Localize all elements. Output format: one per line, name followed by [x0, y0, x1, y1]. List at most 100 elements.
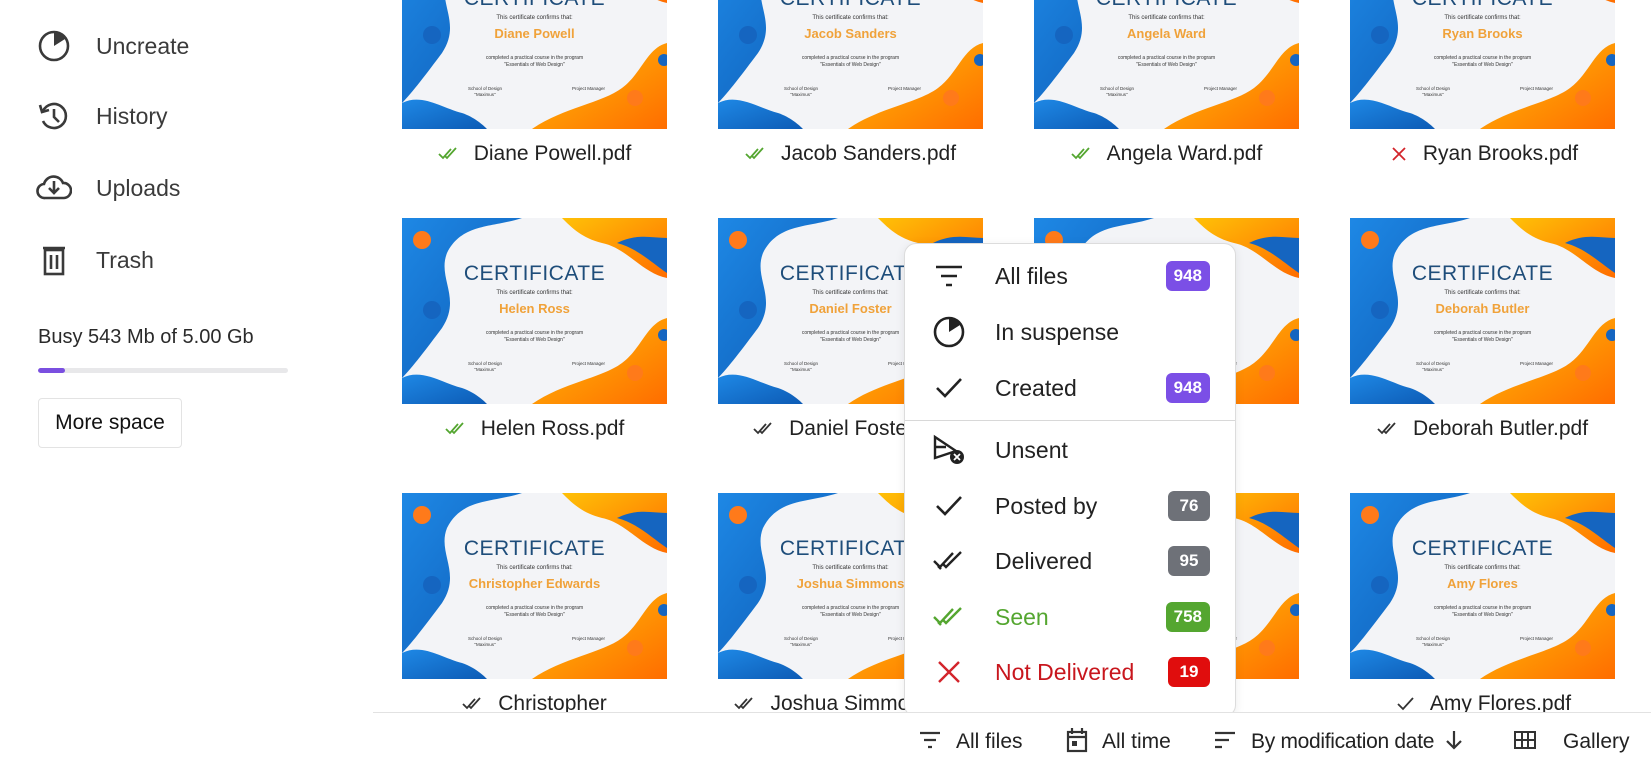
certificate-thumbnail[interactable]: CERTIFICATE This certificate confirms tha…	[1350, 218, 1615, 404]
sort-label: By modification date	[1251, 730, 1435, 753]
sidebar: Uncreate History Uploads Trash Busy 543 …	[0, 0, 360, 771]
sidebar-item-uploads[interactable]: Uploads	[36, 168, 180, 208]
certificate-description: completed a practical course in the prog…	[1350, 330, 1615, 344]
certificate-recipient: Ryan Brooks	[1442, 26, 1523, 41]
view-mode-button[interactable]: Gallery	[1513, 727, 1630, 757]
certificate-thumbnail[interactable]: CERTIFICATE This certificate confirms tha…	[402, 218, 667, 404]
certificate-desc-line: "Essentials of Web Design"	[820, 62, 881, 68]
certificate-school-line: "Maximus"	[474, 92, 496, 97]
sidebar-item-uncreate[interactable]: Uncreate	[36, 26, 189, 66]
file-card[interactable]: CERTIFICATE This certificate confirms tha…	[1350, 493, 1615, 713]
file-name[interactable]: Deborah Butler.pdf	[1413, 417, 1588, 441]
storage-progress-fill	[38, 368, 65, 373]
file-card[interactable]: CERTIFICATE This certificate confirms tha…	[402, 493, 667, 713]
certificate-subtitle: This certificate confirms that:	[496, 565, 573, 571]
count-badge: 19	[1168, 657, 1210, 687]
cloud-download-icon	[36, 170, 72, 206]
file-name[interactable]: Angela Ward.pdf	[1107, 142, 1263, 166]
menu-item-posted-by[interactable]: Posted by 76	[905, 480, 1235, 532]
seen-status-icon	[445, 420, 469, 438]
count-badge: 95	[1168, 546, 1210, 576]
pie-clock-icon	[36, 28, 72, 64]
certificate-title: CERTIFICATE	[402, 0, 667, 11]
file-card[interactable]: CERTIFICATE This certificate confirms tha…	[402, 0, 667, 179]
certificate-school-line: "Maximus"	[1422, 92, 1444, 97]
certificate-thumbnail[interactable]: CERTIFICATE This certificate confirms tha…	[1350, 493, 1615, 679]
file-name[interactable]: Jacob Sanders.pdf	[781, 142, 956, 166]
certificate-school-line: "Maximus"	[790, 92, 812, 97]
file-name[interactable]: Helen Ross.pdf	[481, 417, 625, 441]
certificate-title: CERTIFICATE	[1411, 537, 1554, 560]
certificate-desc-line: completed a practical course in the prog…	[1433, 330, 1532, 336]
file-name[interactable]: Ryan Brooks.pdf	[1423, 142, 1578, 166]
x-icon	[931, 654, 967, 690]
certificate-school: School of Design"Maximus"	[784, 636, 818, 648]
file-name[interactable]: Diane Powell.pdf	[474, 142, 632, 166]
certificate-desc-line: completed a practical course in the prog…	[1433, 605, 1532, 611]
sidebar-item-history[interactable]: History	[36, 96, 168, 136]
certificate-recipient: Christopher Edwards	[468, 576, 601, 591]
certificate-description: completed a practical course in the prog…	[1350, 55, 1615, 69]
certificate-desc-line: "Essentials of Web Design"	[1452, 612, 1513, 618]
certificate-description: completed a practical course in the prog…	[402, 605, 667, 619]
more-space-button[interactable]: More space	[38, 398, 182, 448]
delivered-status-icon	[734, 695, 758, 713]
certificate-thumbnail[interactable]: CERTIFICATE This certificate confirms tha…	[718, 0, 983, 129]
certificate-recipient: Diane Powell	[494, 26, 575, 41]
menu-item-label: Delivered	[995, 547, 1093, 574]
certificate-thumbnail[interactable]: CERTIFICATE This certificate confirms tha…	[402, 0, 667, 129]
certificate-subtitle: This certificate confirms that:	[1128, 15, 1205, 21]
seen-status-icon	[1071, 145, 1095, 163]
menu-item-in-suspense[interactable]: In suspense	[905, 306, 1235, 358]
certificate-thumbnail[interactable]: CERTIFICATE This certificate confirms tha…	[1034, 0, 1299, 129]
file-caption: Ryan Brooks.pdf	[1350, 129, 1615, 179]
certificate-manager: Project Manager	[572, 86, 606, 91]
certificate-school: School of Design"Maximus"	[1416, 86, 1450, 98]
certificate-manager: Project Manager	[1520, 636, 1554, 641]
time-filter-button[interactable]: All time	[1066, 727, 1171, 757]
file-caption: Christopher	[402, 679, 667, 713]
certificate-thumbnail[interactable]: CERTIFICATE This certificate confirms tha…	[1350, 0, 1615, 129]
sort-button[interactable]: By modification date	[1213, 727, 1464, 757]
count-badge: 758	[1165, 602, 1210, 632]
menu-item-all-files[interactable]: All files 948	[905, 250, 1235, 302]
sidebar-item-label: Uncreate	[96, 32, 190, 59]
file-card[interactable]: CERTIFICATE This certificate confirms tha…	[1350, 218, 1615, 454]
not-delivered-status-icon	[1387, 145, 1411, 163]
certificate-school: School of Design"Maximus"	[468, 86, 502, 98]
certificate-thumbnail[interactable]: CERTIFICATE This certificate confirms tha…	[402, 493, 667, 679]
certificate-recipient: Deborah Butler	[1435, 301, 1530, 316]
certificate-manager: Project Manager	[572, 636, 606, 641]
file-card[interactable]: CERTIFICATE This certificate confirms tha…	[1350, 0, 1615, 179]
double-check-icon	[931, 543, 967, 579]
menu-item-unsent[interactable]: Unsent	[905, 424, 1235, 476]
certificate-desc-line: "Essentials of Web Design"	[1452, 62, 1513, 68]
sidebar-item-label: History	[96, 102, 168, 129]
count-badge: 948	[1165, 373, 1210, 403]
sidebar-item-trash[interactable]: Trash	[36, 240, 154, 280]
menu-item-label: Posted by	[995, 492, 1098, 519]
menu-item-not-delivered[interactable]: Not Delivered 19	[905, 646, 1235, 698]
menu-item-label: All files	[995, 262, 1068, 289]
menu-item-seen[interactable]: Seen 758	[905, 591, 1235, 643]
menu-item-label: Seen	[995, 603, 1049, 630]
sidebar-item-label: Trash	[96, 246, 154, 273]
menu-item-delivered[interactable]: Delivered 95	[905, 535, 1235, 587]
file-card[interactable]: CERTIFICATE This certificate confirms tha…	[718, 0, 983, 179]
menu-item-created[interactable]: Created 948	[905, 362, 1235, 414]
certificate-manager: Project Manager	[1204, 86, 1238, 91]
file-name[interactable]: Christopher	[498, 692, 607, 713]
file-name[interactable]: Amy Flores.pdf	[1430, 692, 1571, 713]
certificate-desc-line: completed a practical course in the prog…	[485, 605, 584, 611]
file-card[interactable]: CERTIFICATE This certificate confirms tha…	[402, 218, 667, 454]
certificate-school-line: "Maximus"	[474, 642, 496, 647]
history-icon	[36, 98, 72, 134]
posted-status-icon	[1394, 695, 1418, 713]
double-check-green-icon	[931, 599, 967, 635]
menu-item-label: Unsent	[995, 436, 1068, 463]
certificate-recipient: Amy Flores	[1447, 576, 1518, 591]
send-cancel-icon	[931, 432, 967, 468]
certificate-desc-line: completed a practical course in the prog…	[485, 55, 584, 61]
filter-files-button[interactable]: All files	[918, 727, 1023, 757]
file-card[interactable]: CERTIFICATE This certificate confirms tha…	[1034, 0, 1299, 179]
